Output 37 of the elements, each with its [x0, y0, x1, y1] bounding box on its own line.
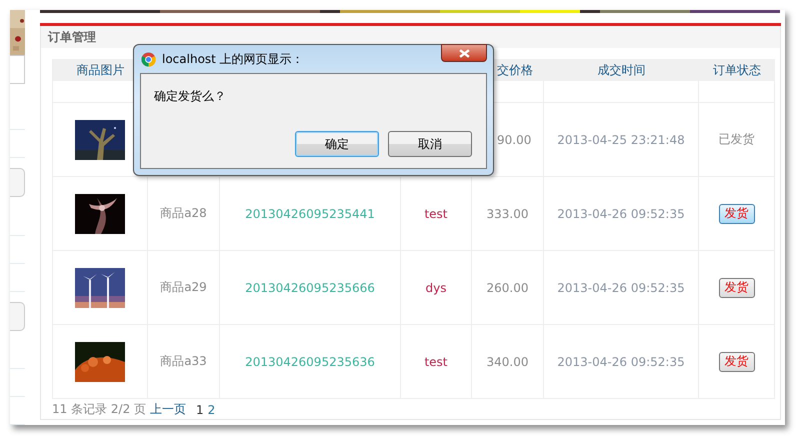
price: 333.00 [486, 206, 528, 220]
order-number: 20130426095235636 [245, 354, 375, 368]
sidebar-button[interactable] [10, 302, 25, 331]
page-link[interactable]: 1 [196, 402, 204, 416]
cancel-button[interactable]: 取消 [388, 131, 472, 157]
dialog-message: 确定发货么？ [154, 88, 227, 105]
page-link[interactable]: 2 [208, 402, 216, 416]
buyer-name: dys [426, 280, 446, 294]
buyer-name: test [424, 206, 448, 220]
order-time: 2013-04-26 09:52:35 [557, 354, 685, 368]
order-status: 已发货 [718, 131, 754, 148]
close-button[interactable] [441, 44, 487, 62]
close-icon [458, 48, 470, 58]
product-name: 商品a29 [160, 279, 207, 296]
column-header: 交价格 [497, 62, 533, 78]
order-time: 2013-04-26 09:52:35 [557, 280, 685, 294]
price: 260.00 [486, 280, 528, 294]
sidebar-button[interactable] [10, 168, 25, 198]
order-time: 2013-04-26 09:52:35 [557, 206, 685, 220]
order-number: 20130426095235666 [245, 280, 375, 294]
price: 340.00 [486, 354, 528, 368]
panel-title: 订单管理 [48, 28, 96, 46]
column-header: 商品图片 [76, 62, 124, 78]
product-name: 商品a28 [160, 205, 207, 222]
product-name: 商品a33 [160, 353, 207, 370]
dialog-title: localhost 上的网页显示： [162, 50, 304, 68]
previous-page-link[interactable]: 上一页 [150, 401, 186, 418]
confirm-button[interactable]: 确定 [295, 131, 379, 157]
sidebar-panel [10, 55, 25, 84]
column-header: 订单状态 [713, 62, 761, 78]
order-time: 2013-04-25 23:21:48 [557, 132, 685, 146]
record-summary: 11 条记录 2/2 页 [52, 401, 146, 418]
order-number: 20130426095235441 [245, 206, 375, 220]
browser-icon [141, 52, 156, 66]
column-header: 成交时间 [598, 62, 646, 78]
buyer-name: test [424, 354, 448, 368]
price: 90.00 [497, 132, 532, 146]
